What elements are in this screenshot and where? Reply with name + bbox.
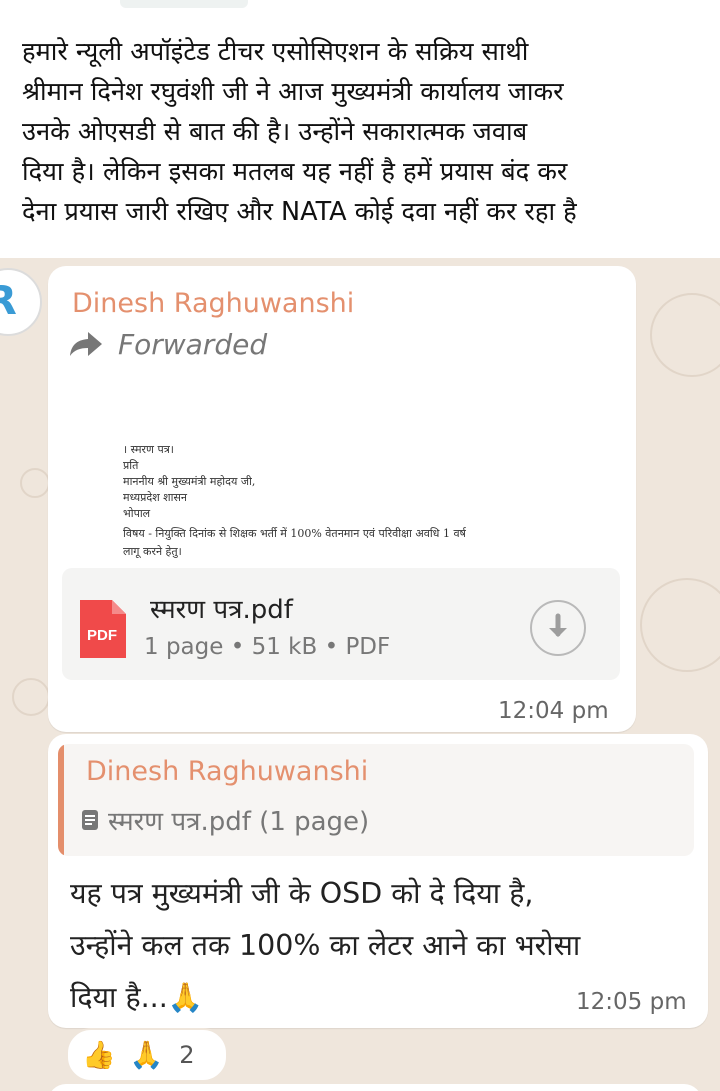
- quoted-file-label: स्मरण पत्र.pdf (1 page): [108, 807, 370, 837]
- quoted-file: स्मरण पत्र.pdf (1 page): [82, 802, 369, 838]
- avatar-logo-icon: R: [0, 278, 17, 324]
- message-line: यह पत्र मुख्यमंत्री जी के OSD को दे दिया…: [70, 877, 534, 910]
- forward-arrow-icon: [70, 331, 102, 356]
- doc-line: भोपाल: [123, 507, 151, 520]
- folded-hands-icon: 🙏: [129, 1040, 164, 1071]
- doc-line: प्रति: [123, 459, 139, 472]
- file-name: स्मरण पत्र.pdf: [150, 595, 293, 625]
- caption-line: उनके ओएसडी से बात की है। उन्होंने सकारात…: [22, 117, 528, 147]
- reaction-count: 2: [179, 1041, 195, 1069]
- doc-line: माननीय श्री मुख्यमंत्री महोदय जी,: [123, 475, 256, 488]
- caption-line: श्रीमान दिनेश रघुवंशी जी ने आज मुख्यमंत्…: [22, 77, 564, 107]
- message-time: 12:05 pm: [576, 989, 687, 1015]
- caption-line: हमारे न्यूली अपॉइंटेड टीचर एसोसिएशन के स…: [22, 37, 529, 67]
- pdf-icon-label: PDF: [87, 627, 117, 644]
- doc-line: मध्यप्रदेश शासन: [123, 491, 188, 504]
- message-line: उन्होंने कल तक 100% का लेटर आने का भरोसा: [70, 929, 581, 962]
- reactions-pill[interactable]: 👍 🙏 2: [66, 1028, 228, 1082]
- caption-line: दिया है। लेकिन इसका मतलब यह नहीं है हमें…: [22, 157, 568, 187]
- download-icon: [549, 613, 567, 637]
- file-meta: 1 page • 51 kB • PDF: [144, 634, 391, 660]
- document-preview[interactable]: । स्मरण पत्र। प्रति माननीय श्री मुख्यमंत…: [62, 376, 620, 568]
- pdf-attachment[interactable]: PDF स्मरण पत्र.pdf 1 page • 51 kB • PDF: [62, 568, 620, 680]
- forwarded-document-message[interactable]: Dinesh Raghuwanshi Forwarded । स्मरण पत्…: [48, 266, 636, 732]
- quote-accent-bar: [58, 744, 64, 856]
- forwarded-indicator: Forwarded: [68, 328, 267, 361]
- next-message-edge: [48, 1084, 702, 1091]
- chat-screenshot: R Dinesh Raghuwanshi Forwarded । स्मरण प…: [0, 258, 720, 1091]
- post-caption-area: हमारे न्यूली अपॉइंटेड टीचर एसोसिएशन के स…: [0, 0, 720, 258]
- caption-line: देना प्रयास जारी रखिए और NATA कोई दवा नह…: [22, 197, 577, 227]
- doc-line: लागू करने हेतु।: [123, 545, 182, 558]
- download-button[interactable]: [530, 600, 586, 656]
- doc-line: विषय - नियुक्ति दिनांक से शिक्षक भर्ती म…: [123, 527, 466, 540]
- doc-line: । स्मरण पत्र।: [123, 443, 174, 456]
- quoted-sender: Dinesh Raghuwanshi: [86, 756, 369, 787]
- reply-message[interactable]: Dinesh Raghuwanshi स्मरण पत्र.pdf (1 pag…: [48, 734, 708, 1028]
- quoted-message[interactable]: Dinesh Raghuwanshi स्मरण पत्र.pdf (1 pag…: [58, 744, 694, 856]
- top-handle: [120, 0, 248, 8]
- message-time: 12:04 pm: [498, 698, 609, 724]
- thumbs-up-icon: 👍: [82, 1040, 116, 1071]
- document-icon: [82, 810, 98, 830]
- message-sender[interactable]: Dinesh Raghuwanshi: [72, 288, 354, 319]
- avatar[interactable]: R: [0, 268, 42, 336]
- pdf-file-icon: PDF: [80, 600, 126, 658]
- forwarded-label: Forwarded: [118, 328, 268, 361]
- post-caption: हमारे न्यूली अपॉइंटेड टीचर एसोसिएशन के स…: [22, 32, 712, 232]
